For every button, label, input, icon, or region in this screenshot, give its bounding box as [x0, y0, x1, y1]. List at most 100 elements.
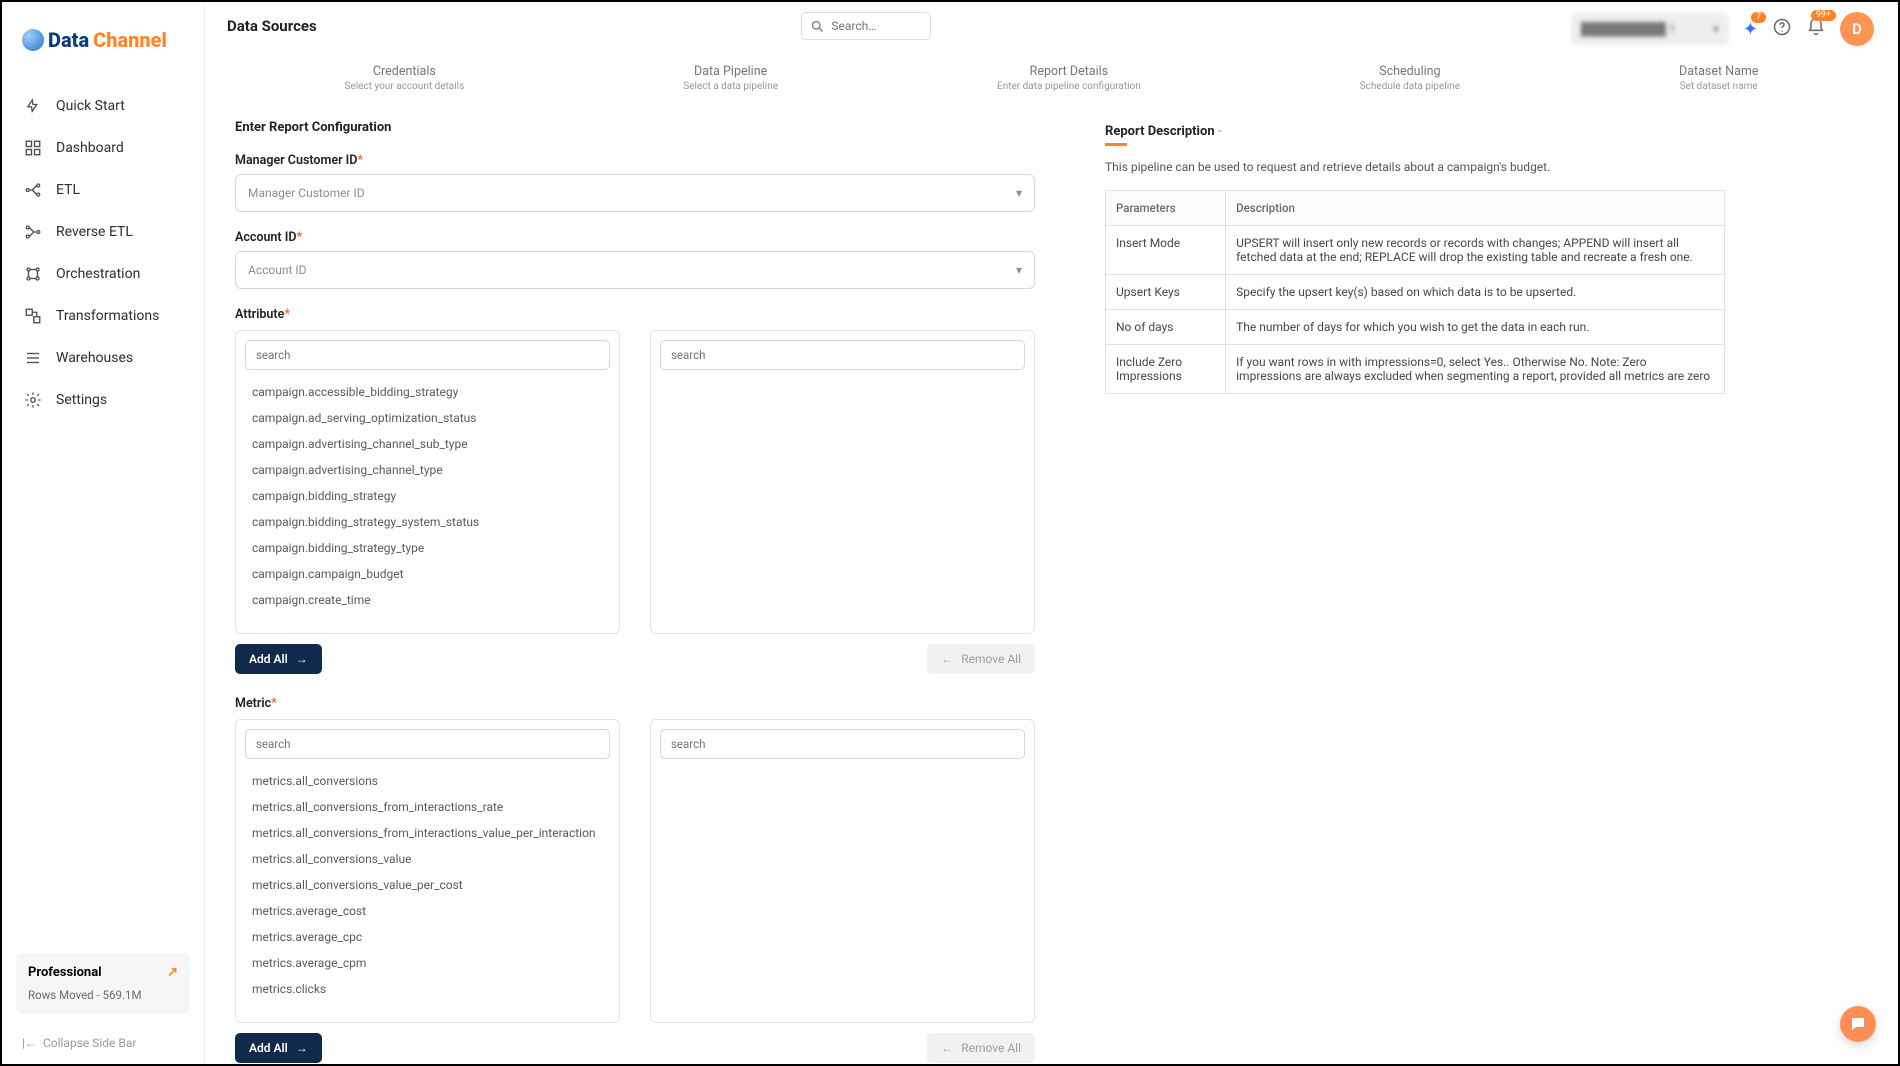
- attribute-add-all-button[interactable]: Add All→: [235, 644, 322, 674]
- metric-selected-search[interactable]: [660, 729, 1025, 759]
- wizard-step-0[interactable]: CredentialsSelect your account details: [344, 64, 464, 92]
- attribute-remove-all-button[interactable]: ←Remove All: [927, 644, 1035, 674]
- select-account-id[interactable]: Account ID ▾: [235, 251, 1035, 289]
- warehouses-icon: [24, 349, 42, 367]
- table-row: Include Zero ImpressionsIf you want rows…: [1106, 345, 1725, 394]
- sidebar-item-settings[interactable]: Settings: [2, 379, 204, 421]
- globe-icon: [22, 29, 44, 51]
- attribute-available-search[interactable]: [245, 340, 610, 370]
- sidebar-item-warehouses[interactable]: Warehouses: [2, 337, 204, 379]
- metric-item[interactable]: metrics.average_cost: [248, 898, 607, 924]
- attribute-item[interactable]: campaign.ad_serving_optimization_status: [248, 405, 607, 431]
- attribute-item[interactable]: campaign.bidding_strategy_type: [248, 535, 607, 561]
- external-link-icon: ↗: [167, 965, 178, 980]
- arrow-right-icon: →: [296, 1041, 308, 1055]
- col-parameters: Parameters: [1106, 191, 1226, 226]
- select-placeholder: Manager Customer ID: [248, 186, 365, 200]
- brand-logo: DataChannel: [2, 2, 204, 71]
- user-avatar[interactable]: D: [1840, 12, 1874, 46]
- attribute-item[interactable]: campaign.accessible_bidding_strategy: [248, 379, 607, 405]
- param-desc: If you want rows in with impressions=0, …: [1226, 345, 1725, 394]
- metric-available-list[interactable]: metrics.all_conversionsmetrics.all_conve…: [236, 768, 619, 1008]
- metric-item[interactable]: metrics.all_conversions_value: [248, 846, 607, 872]
- attribute-selected-search[interactable]: [660, 340, 1025, 370]
- wizard-step-title: Credentials: [344, 64, 464, 79]
- topbar-right: ██████████ 1▾ ✦ 7 99+ D: [1571, 12, 1874, 46]
- metric-selected-pane: [650, 719, 1035, 1023]
- main: Data Sources ██████████ 1▾ ✦ 7 99+ D Cre…: [205, 2, 1898, 1064]
- orchestration-icon: [24, 265, 42, 283]
- help-icon: [1772, 17, 1792, 37]
- metric-item[interactable]: metrics.average_cpc: [248, 924, 607, 950]
- attribute-selected-pane: [650, 330, 1035, 634]
- wizard-step-1[interactable]: Data PipelineSelect a data pipeline: [683, 64, 778, 92]
- metric-item[interactable]: metrics.average_cpm: [248, 950, 607, 976]
- metric-item[interactable]: metrics.all_conversions_from_interaction…: [248, 820, 607, 846]
- sidebar-item-orchestration[interactable]: Orchestration: [2, 253, 204, 295]
- global-search[interactable]: [801, 12, 931, 40]
- dashboard-icon: [24, 139, 42, 157]
- plan-rows: Rows Moved - 569.1M: [28, 988, 178, 1002]
- attribute-item[interactable]: campaign.bidding_strategy_system_status: [248, 509, 607, 535]
- metric-add-all-button[interactable]: Add All→: [235, 1033, 322, 1063]
- sidebar-item-transformations[interactable]: Transformations: [2, 295, 204, 337]
- param-desc: Specify the upsert key(s) based on which…: [1226, 275, 1725, 310]
- plan-name: Professional: [28, 965, 102, 980]
- param-desc: UPSERT will insert only new records or r…: [1226, 226, 1725, 275]
- sidebar-item-quick-start[interactable]: Quick Start: [2, 85, 204, 127]
- sidebar-item-label: Transformations: [56, 308, 159, 324]
- sidebar-item-reverse-etl[interactable]: Reverse ETL: [2, 211, 204, 253]
- sidebar-nav: Quick Start Dashboard ETLReverse ETL Orches…: [2, 71, 204, 421]
- sidebar-item-label: Dashboard: [56, 140, 124, 156]
- sidebar-item-label: Orchestration: [56, 266, 140, 282]
- global-search-input[interactable]: [831, 19, 911, 33]
- table-row: Insert ModeUPSERT will insert only new r…: [1106, 226, 1725, 275]
- label-manager-id: Manager Customer ID*: [235, 153, 1035, 168]
- param-name: Insert Mode: [1106, 226, 1226, 275]
- chat-fab[interactable]: [1840, 1006, 1876, 1042]
- attribute-item[interactable]: campaign.advertising_channel_type: [248, 457, 607, 483]
- sidebar-item-etl[interactable]: ETL: [2, 169, 204, 211]
- chevron-down-icon: ▾: [1016, 186, 1022, 200]
- select-placeholder: Account ID: [248, 263, 307, 277]
- notifications-button[interactable]: 99+: [1806, 17, 1826, 41]
- search-icon: [810, 19, 825, 34]
- attribute-selected-list[interactable]: [651, 379, 1034, 385]
- table-row: Upsert KeysSpecify the upsert key(s) bas…: [1106, 275, 1725, 310]
- select-manager-customer-id[interactable]: Manager Customer ID ▾: [235, 174, 1035, 212]
- ai-spark-button[interactable]: ✦ 7: [1743, 19, 1758, 40]
- metric-item[interactable]: metrics.all_conversions_from_interaction…: [248, 794, 607, 820]
- attribute-item[interactable]: campaign.advertising_channel_sub_type: [248, 431, 607, 457]
- metric-remove-all-button[interactable]: ←Remove All: [927, 1033, 1035, 1063]
- metric-available-search[interactable]: [245, 729, 610, 759]
- brand-text-1: Data: [48, 28, 89, 52]
- quick-start-icon: [24, 97, 42, 115]
- wizard-step-4[interactable]: Dataset NameSet dataset name: [1679, 64, 1758, 92]
- attribute-available-pane: campaign.accessible_bidding_strategycamp…: [235, 330, 620, 634]
- attribute-item[interactable]: campaign.create_time: [248, 587, 607, 613]
- wizard-step-desc: Enter data pipeline configuration: [997, 81, 1141, 92]
- chat-icon: [1849, 1015, 1867, 1033]
- metric-selected-list[interactable]: [651, 768, 1034, 774]
- spark-badge: 7: [1751, 12, 1766, 23]
- attribute-item[interactable]: campaign.bidding_strategy: [248, 483, 607, 509]
- attribute-item[interactable]: campaign.campaign_budget: [248, 561, 607, 587]
- workspace-selector[interactable]: ██████████ 1▾: [1571, 13, 1729, 45]
- attribute-available-list[interactable]: campaign.accessible_bidding_strategycamp…: [236, 379, 619, 619]
- arrow-left-icon: ←: [941, 1041, 953, 1055]
- wizard-step-desc: Select a data pipeline: [683, 81, 778, 92]
- brand-text-2: Channel: [93, 28, 167, 52]
- help-button[interactable]: [1772, 17, 1792, 41]
- metric-item[interactable]: metrics.all_conversions_value_per_cost: [248, 872, 607, 898]
- plan-box[interactable]: Professional ↗ Rows Moved - 569.1M: [16, 953, 190, 1014]
- label-account-id: Account ID*: [235, 230, 1035, 245]
- metric-available-pane: metrics.all_conversionsmetrics.all_conve…: [235, 719, 620, 1023]
- metric-item[interactable]: metrics.clicks: [248, 976, 607, 1002]
- wizard-step-3[interactable]: SchedulingSchedule data pipeline: [1360, 64, 1460, 92]
- sidebar-item-dashboard[interactable]: Dashboard: [2, 127, 204, 169]
- collapse-sidebar[interactable]: |← Collapse Side Bar: [2, 1026, 204, 1064]
- metric-item[interactable]: metrics.all_conversions: [248, 768, 607, 794]
- report-description-text: This pipeline can be used to request and…: [1105, 160, 1725, 174]
- table-row: No of daysThe number of days for which y…: [1106, 310, 1725, 345]
- wizard-step-2[interactable]: Report DetailsEnter data pipeline config…: [997, 64, 1141, 92]
